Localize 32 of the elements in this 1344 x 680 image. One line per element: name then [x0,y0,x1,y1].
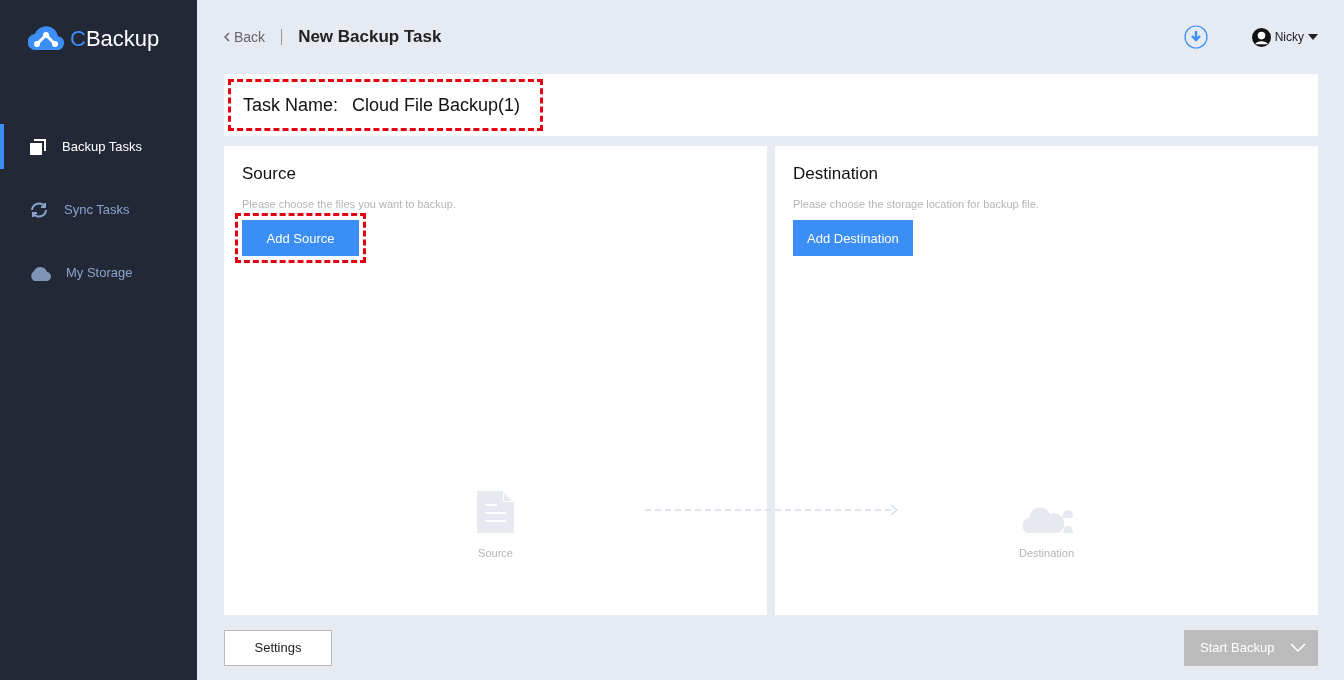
sidebar-label: Backup Tasks [62,139,142,154]
page-title: New Backup Task [298,27,442,47]
sidebar-item[interactable]: Backup Tasks [0,124,197,169]
sync-icon [28,199,50,220]
sidebar-item[interactable]: My Storage [0,250,197,295]
sidebar-label: Sync Tasks [64,202,130,217]
download-icon[interactable] [1183,25,1208,49]
sidebar-item[interactable]: Sync Tasks [0,187,197,232]
app-logo-text: CBackup [70,25,160,53]
add-button[interactable]: Add Source [242,220,359,256]
user-name: Nicky [1274,30,1304,44]
panel-title: Destination [793,164,880,184]
chevron-down-icon [1290,643,1306,652]
document-icon [477,491,514,533]
panel-title: Source [242,164,297,184]
copy-icon [28,136,48,157]
settings-button[interactable]: Settings [224,629,332,666]
panel-hint: Please choose the files you want to backup. [242,198,458,210]
chevron-left-icon [224,32,230,42]
illustration-caption: Destination [1018,547,1074,559]
user-avatar-icon [1251,27,1271,47]
cloud-icon [28,264,52,281]
task-name-label: Task Name: [243,94,339,116]
sidebar-label: My Storage [66,265,133,280]
panel-hint: Please choose the storage location for backup file. [793,198,1040,210]
caret-down-icon [1308,34,1318,40]
back-link[interactable]: Back [224,29,266,45]
add-button[interactable]: Add Destination [793,220,913,256]
user-menu[interactable]: Nicky [1251,27,1318,47]
logo-icon [28,24,64,50]
illustration-caption: Source [478,547,513,559]
task-name-value: Cloud File Backup(1) [352,94,521,116]
